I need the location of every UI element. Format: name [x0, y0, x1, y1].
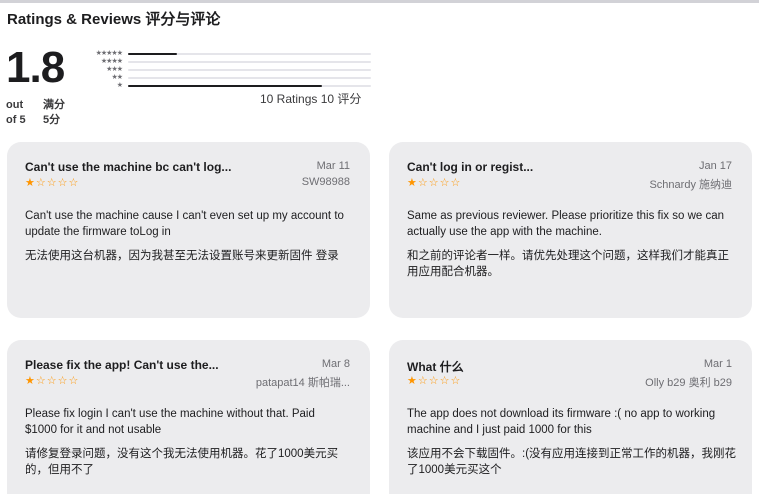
out-of-label: out of 5 满分 5分 [6, 98, 65, 128]
star-filled-icon: ★ [407, 375, 418, 387]
histogram-stars-icon: ★★★ [106, 66, 123, 73]
star-empty-icon: ☆ [428, 177, 440, 189]
histogram-fill [128, 53, 177, 55]
star-empty-icon: ☆ [35, 375, 47, 387]
histogram-row-2: ★★ [84, 74, 372, 82]
star-empty-icon: ☆ [450, 177, 462, 189]
review-date: Mar 8 [321, 358, 350, 370]
review-stars-icon: ★☆☆☆☆ [25, 176, 79, 189]
star-empty-icon: ☆ [35, 177, 47, 189]
review-author: Olly b29 奥利 b29 [645, 377, 732, 389]
star-filled-icon: ★ [407, 177, 418, 189]
review-card[interactable]: Can't use the machine bc can't log... Ma… [7, 142, 370, 318]
star-empty-icon: ☆ [439, 375, 451, 387]
review-card[interactable]: Please fix the app! Can't use the... Mar… [7, 340, 370, 494]
review-title: What 什么 [407, 360, 464, 374]
out-of-chinese: 满分 5分 [43, 99, 65, 126]
histogram-row-1: ★ [84, 82, 372, 90]
review-body-english: Can't use the machine cause I can't even… [25, 210, 344, 238]
rating-histogram: ★★★★★ ★★★★ ★★★ ★★ ★ [84, 50, 372, 90]
review-body-chinese: 无法使用这台机器，因为我甚至无法设置账号来更新固件 登录 [25, 250, 339, 262]
star-empty-icon: ☆ [57, 375, 69, 387]
star-empty-icon: ☆ [68, 177, 80, 189]
review-author: Schnardy 施纳迪 [649, 179, 732, 191]
review-card[interactable]: What 什么 Mar 1 ★☆☆☆☆ Olly b29 奥利 b29 The … [389, 340, 752, 494]
histogram-track [128, 53, 371, 55]
review-stars-icon: ★☆☆☆☆ [407, 176, 461, 189]
average-rating: 1.8 [6, 43, 65, 92]
star-empty-icon: ☆ [46, 375, 58, 387]
review-author: patapat14 斯帕瑞... [255, 377, 350, 389]
out-of-english: out of 5 [6, 99, 26, 126]
histogram-track [128, 69, 371, 71]
review-body-english: Please fix login I can't use the machine… [25, 408, 315, 436]
star-empty-icon: ☆ [57, 177, 69, 189]
review-body-english: Same as previous reviewer. Please priori… [407, 210, 725, 238]
star-empty-icon: ☆ [428, 375, 440, 387]
review-stars-icon: ★☆☆☆☆ [407, 374, 461, 387]
histogram-row-4: ★★★★ [84, 58, 372, 66]
review-date: Mar 1 [703, 358, 732, 370]
star-filled-icon: ★ [25, 375, 36, 387]
histogram-stars-icon: ★★★★★ [95, 50, 123, 57]
review-body-english: The app does not download its firmware :… [407, 408, 716, 436]
star-empty-icon: ☆ [417, 375, 429, 387]
review-title: Can't log in or regist... [407, 160, 534, 174]
star-empty-icon: ☆ [439, 177, 451, 189]
histogram-stars-icon: ★★ [111, 74, 123, 81]
histogram-track [128, 77, 371, 79]
histogram-row-5: ★★★★★ [84, 50, 372, 58]
star-empty-icon: ☆ [46, 177, 58, 189]
review-date: Mar 11 [316, 160, 350, 172]
histogram-stars-icon: ★ [116, 82, 123, 89]
star-empty-icon: ☆ [68, 375, 80, 387]
review-title: Please fix the app! Can't use the... [25, 358, 219, 372]
histogram-fill [128, 85, 323, 87]
review-body-chinese: 请修复登录问题，没有这个我无法使用机器。花了1000美元买的，但用不了 [25, 448, 339, 476]
histogram-track [128, 85, 371, 87]
ratings-count: 10 Ratings 10 评分 [260, 92, 362, 106]
review-body-chinese: 该应用不会下载固件。:(没有应用连接到正常工作的机器，我刚花了1000美元买这个 [407, 448, 737, 476]
section-title: Ratings & Reviews 评分与评论 [7, 11, 221, 28]
histogram-row-3: ★★★ [84, 66, 372, 74]
review-body-chinese: 和之前的评论者一样。请优先处理这个问题，这样我们才能真正用应用配合机器。 [407, 250, 729, 278]
review-stars-icon: ★☆☆☆☆ [25, 374, 79, 387]
review-card[interactable]: Can't log in or regist... Jan 17 ★☆☆☆☆ S… [389, 142, 752, 318]
top-divider [0, 0, 759, 3]
review-title: Can't use the machine bc can't log... [25, 160, 232, 174]
star-empty-icon: ☆ [450, 375, 462, 387]
star-filled-icon: ★ [25, 177, 36, 189]
review-date: Jan 17 [698, 160, 732, 172]
histogram-track [128, 61, 371, 63]
histogram-stars-icon: ★★★★ [100, 58, 123, 65]
star-empty-icon: ☆ [417, 177, 429, 189]
review-author: SW98988 [301, 176, 350, 188]
